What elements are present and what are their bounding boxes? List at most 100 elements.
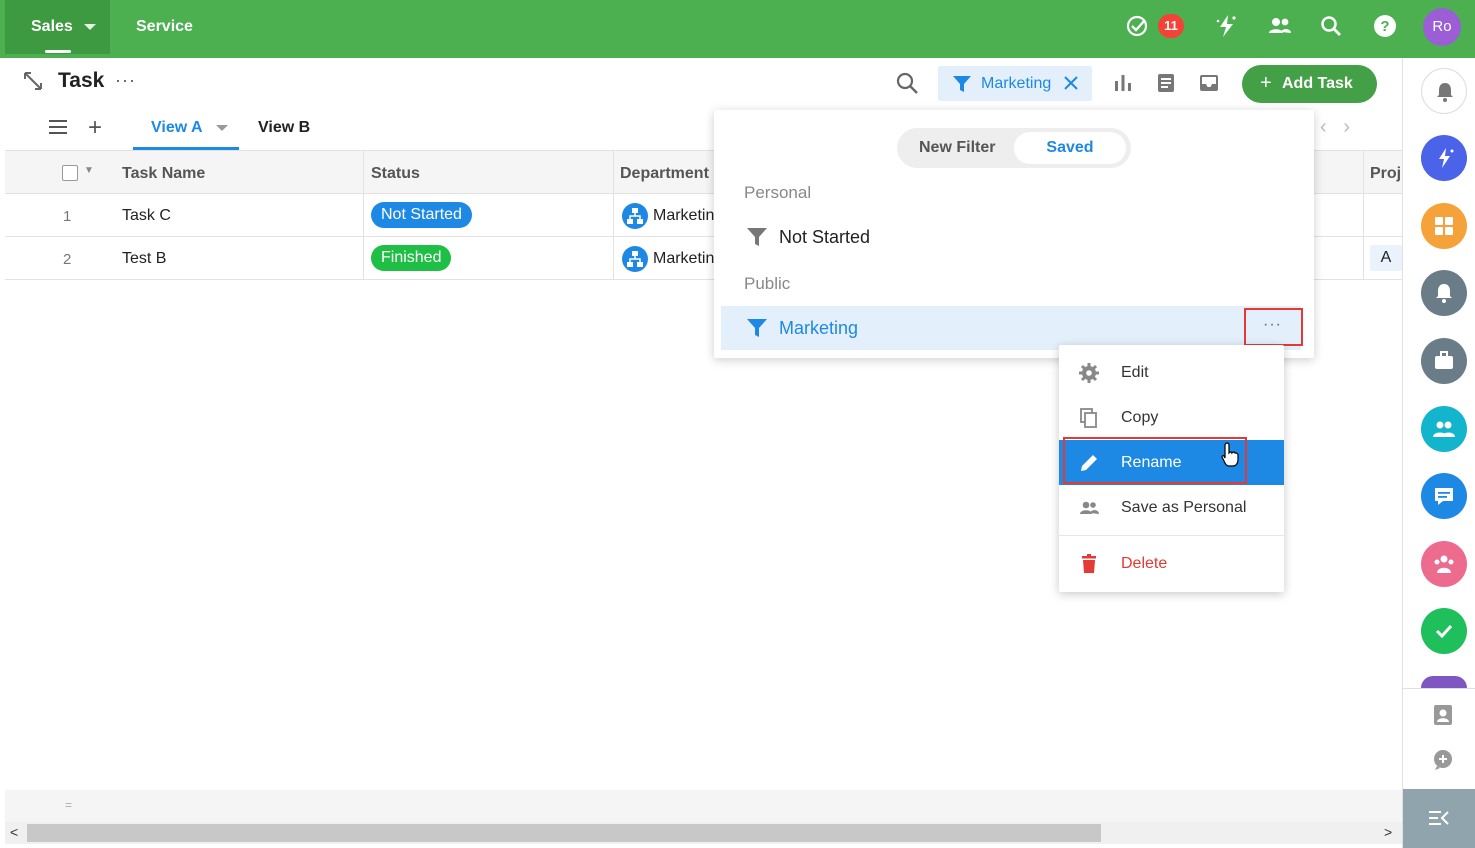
tab-view-a[interactable]: View A: [133, 110, 239, 150]
module-tab-label: Sales: [31, 18, 73, 35]
sidebar-button-approvals[interactable]: [1421, 608, 1467, 654]
project-cell[interactable]: A: [1370, 245, 1402, 271]
filter-mode-toggle: New Filter Saved: [897, 128, 1131, 168]
task-name-cell[interactable]: Test B: [122, 250, 166, 268]
help-icon[interactable]: ?: [1372, 13, 1398, 39]
sidebar-button-work[interactable]: [1421, 338, 1467, 384]
chat-icon: [1435, 488, 1453, 505]
column-header-task-name[interactable]: Task Name: [122, 165, 205, 183]
chart-view-icon[interactable]: [1112, 72, 1134, 94]
inbox-icon[interactable]: [1198, 72, 1220, 94]
sidebar-divider: [1403, 688, 1475, 689]
briefcase-icon: [1435, 351, 1453, 369]
sidebar-button-notifications[interactable]: [1421, 68, 1467, 114]
svg-text:?: ?: [1380, 18, 1389, 35]
notification-count-badge[interactable]: 11: [1158, 14, 1184, 38]
org-chart-icon: [622, 246, 648, 272]
right-sidebar: [1402, 58, 1475, 848]
user-avatar[interactable]: Ro: [1423, 8, 1461, 46]
task-name-cell[interactable]: Task C: [122, 207, 171, 225]
task-check-icon[interactable]: [1124, 13, 1150, 39]
menu-item-label: Save as Personal: [1121, 499, 1247, 516]
menu-item-rename[interactable]: Rename: [1059, 440, 1284, 485]
filter-context-menu: Edit Copy Rename Save as Personal Delete: [1059, 345, 1284, 592]
scrollbar-thumb[interactable]: [27, 824, 1101, 842]
segment-new-filter[interactable]: New Filter: [919, 139, 995, 157]
page-title: Task: [58, 69, 105, 92]
sidebar-button-apps[interactable]: [1421, 203, 1467, 249]
status-badge[interactable]: Finished: [371, 245, 452, 271]
gear-icon: [1079, 363, 1099, 383]
module-tab-service[interactable]: Service: [136, 18, 193, 36]
filter-item-label: Marketing: [779, 318, 859, 338]
active-indicator: [45, 50, 71, 53]
active-filter-label: Marketing: [981, 75, 1052, 92]
menu-item-edit[interactable]: Edit: [1059, 350, 1284, 395]
scroll-left-arrow-icon[interactable]: <: [10, 824, 18, 840]
table-search-icon[interactable]: [895, 71, 919, 95]
section-label-public: Public: [744, 274, 791, 293]
copy-icon: [1080, 408, 1097, 428]
section-label-personal: Personal: [744, 183, 812, 202]
chevron-down-icon[interactable]: ▼: [84, 165, 94, 176]
bell-icon: [1437, 83, 1453, 102]
menu-item-delete[interactable]: Delete: [1059, 541, 1284, 586]
saved-filters-panel: New Filter Saved Personal Not Started Pu…: [714, 110, 1314, 358]
select-all-checkbox[interactable]: [62, 165, 78, 181]
notification-icon: [1436, 284, 1452, 303]
sidebar-collapse-button[interactable]: [1403, 789, 1475, 848]
hand-cursor-icon: [1221, 442, 1239, 467]
module-tab-sales[interactable]: Sales: [5, 0, 110, 54]
column-header-department[interactable]: Department: [620, 165, 709, 183]
segment-saved[interactable]: Saved: [1014, 132, 1126, 164]
search-icon[interactable]: [1318, 13, 1344, 39]
collapse-menu-icon: [1429, 811, 1449, 825]
column-header-status[interactable]: Status: [371, 165, 420, 183]
sidebar-button-groups[interactable]: [1421, 541, 1467, 587]
department-cell[interactable]: Marketing: [653, 207, 715, 225]
report-icon[interactable]: [1155, 72, 1177, 94]
top-navigation-bar: Sales Service 11 ? Ro: [0, 0, 1475, 58]
tab-view-b[interactable]: View B: [258, 119, 310, 137]
menu-list-icon[interactable]: [47, 117, 69, 137]
add-task-button[interactable]: + Add Task: [1242, 65, 1377, 103]
plus-icon: +: [1260, 72, 1272, 94]
filter-more-options-button[interactable]: ···: [1244, 308, 1303, 346]
tab-label: View A: [151, 119, 203, 136]
pencil-icon: [1081, 455, 1097, 471]
resize-grip-icon[interactable]: =: [65, 798, 72, 812]
sidebar-button-team[interactable]: [1421, 406, 1467, 452]
filter-item-not-started[interactable]: Not Started: [721, 215, 1301, 259]
menu-item-copy[interactable]: Copy: [1059, 395, 1284, 440]
filter-item-marketing[interactable]: Marketing: [721, 306, 1301, 350]
column-header-project[interactable]: Proj: [1370, 165, 1401, 183]
contacts-people-icon[interactable]: [1267, 13, 1293, 39]
scroll-right-arrow-icon[interactable]: >: [1384, 824, 1392, 840]
sidebar-button-alerts[interactable]: [1421, 270, 1467, 316]
clear-filter-icon[interactable]: [1062, 74, 1080, 92]
department-cell[interactable]: Marketing: [653, 250, 715, 268]
chevron-down-icon[interactable]: [216, 125, 228, 131]
menu-item-save-as-personal[interactable]: Save as Personal: [1059, 485, 1284, 530]
contact-card-icon[interactable]: [1431, 703, 1455, 727]
quick-action-spark-icon[interactable]: [1213, 13, 1239, 39]
chevron-down-icon: [84, 24, 96, 30]
expand-icon[interactable]: [22, 70, 44, 92]
row-number: 2: [63, 251, 72, 268]
team-icon: [1433, 421, 1455, 437]
active-filter-chip[interactable]: Marketing: [938, 66, 1092, 101]
view-scroll-arrows[interactable]: ‹ ›: [1320, 116, 1350, 139]
status-badge[interactable]: Not Started: [371, 202, 472, 228]
add-view-icon[interactable]: +: [88, 114, 102, 142]
sidebar-button-ai[interactable]: [1421, 135, 1467, 181]
org-chart-icon: [622, 203, 648, 229]
add-chat-icon[interactable]: [1431, 748, 1455, 772]
menu-divider: [1059, 535, 1284, 536]
horizontal-scrollbar[interactable]: < >: [5, 822, 1402, 844]
title-more-menu[interactable]: ···: [115, 70, 136, 91]
sidebar-button-partial[interactable]: [1421, 676, 1467, 688]
add-task-label: Add Task: [1282, 75, 1353, 92]
sidebar-button-chat[interactable]: [1421, 473, 1467, 519]
menu-item-label: Edit: [1121, 364, 1149, 381]
filter-item-label: Not Started: [779, 227, 871, 247]
